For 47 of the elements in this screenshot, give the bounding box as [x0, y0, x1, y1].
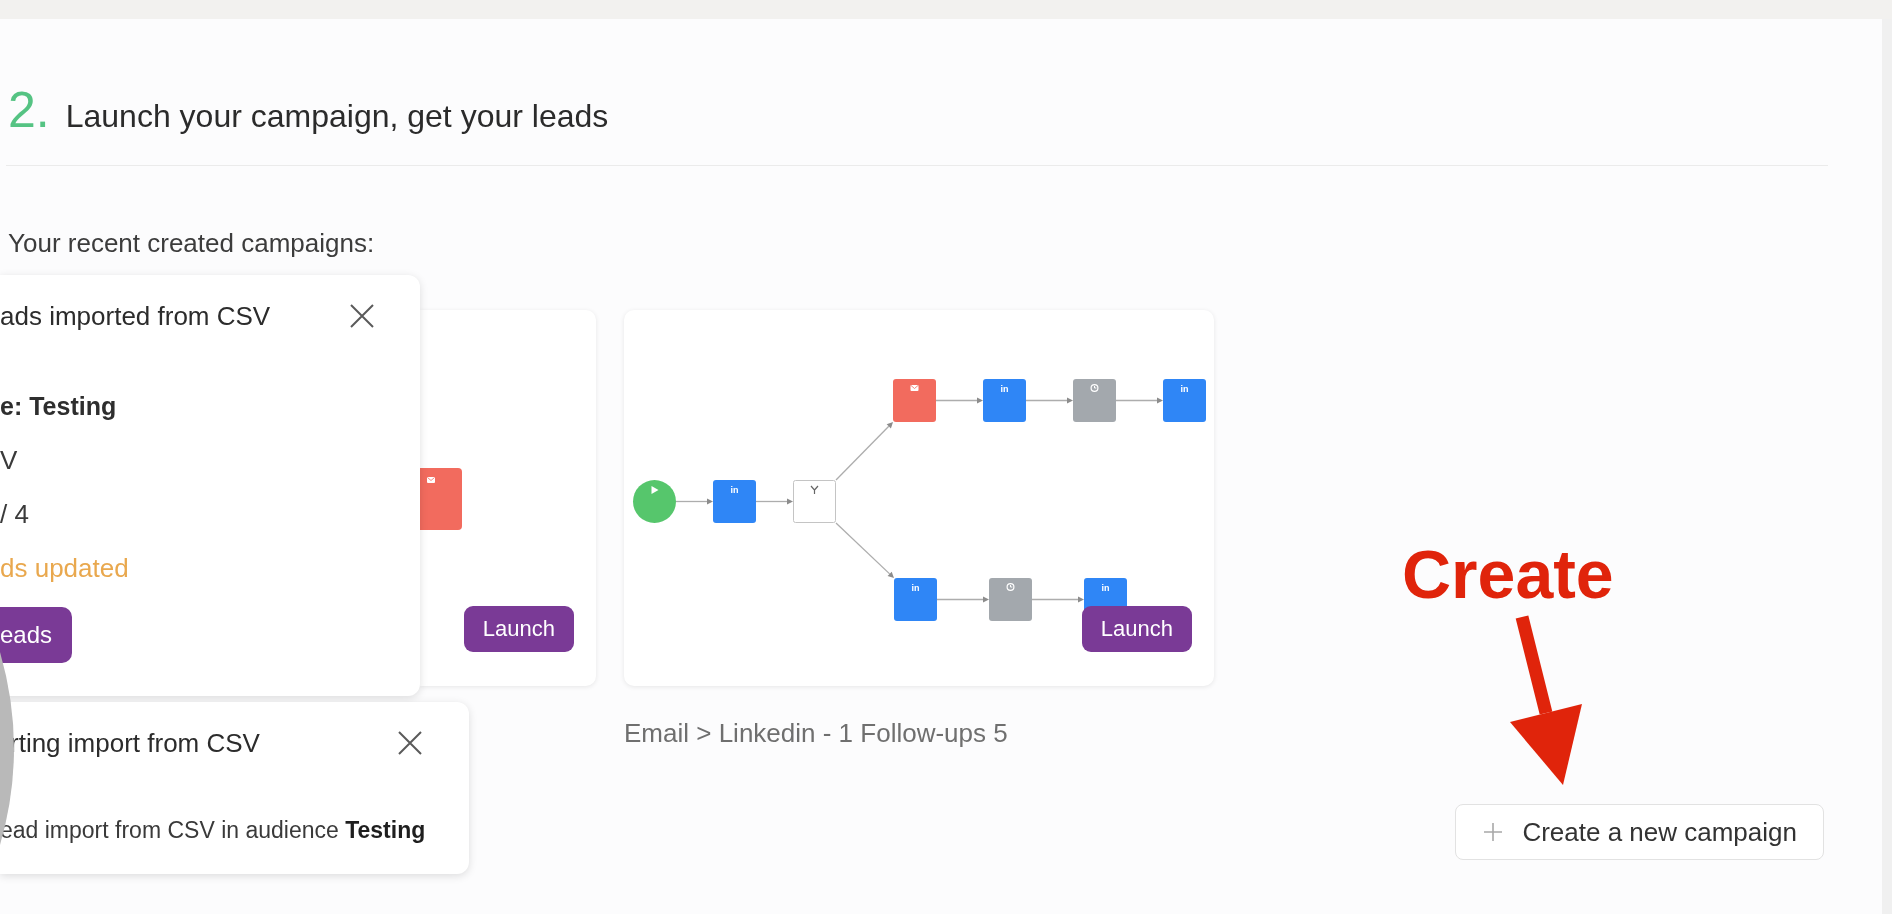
toast-action-button[interactable]: eads: [0, 607, 73, 663]
branch-icon: [810, 485, 819, 495]
section-title: Launch your campaign, get your leads: [65, 97, 609, 135]
toast-text: / 4: [0, 498, 29, 530]
envelope-icon: [910, 385, 919, 391]
step-node: [894, 578, 937, 621]
connector-arrow: [675, 498, 713, 505]
connector-arrow: [1031, 596, 1084, 603]
step-node: [989, 578, 1032, 621]
node-glyph: in: [1101, 583, 1110, 593]
toast-text: V: [0, 444, 18, 476]
step-node: [1163, 379, 1206, 422]
step-node: [983, 379, 1026, 422]
launch-button[interactable]: Launch: [1081, 606, 1192, 652]
condition-node: [793, 480, 836, 523]
close-icon[interactable]: [350, 304, 374, 328]
connector-arrow: [835, 422, 893, 481]
start-node: [633, 480, 676, 523]
step-node: [420, 468, 462, 530]
connector-arrow: [1025, 397, 1073, 404]
node-glyph: in: [1180, 384, 1189, 394]
annotation-label: Create: [1402, 540, 1614, 608]
step-node: [893, 379, 936, 422]
node-glyph: in: [730, 485, 739, 495]
node-glyph: in: [1000, 384, 1009, 394]
play-icon: [651, 486, 659, 494]
launch-button[interactable]: Launch: [463, 606, 574, 652]
toast-title: ads imported from CSV: [0, 300, 271, 332]
section-subtitle: Your recent created campaigns:: [8, 228, 375, 258]
step-node: [1073, 379, 1116, 422]
create-campaign-button[interactable]: Create a new campaign: [1455, 804, 1824, 860]
connector-arrow: [1115, 397, 1163, 404]
clock-icon: [1006, 583, 1015, 591]
clock-icon: [1090, 384, 1099, 392]
connector-arrow: [835, 522, 894, 578]
step-number: 2.: [8, 85, 50, 135]
connector-arrow: [936, 596, 989, 603]
plus-icon: [1484, 823, 1503, 841]
campaign-name: Email > Linkedin - 1 Follow-ups 5: [624, 718, 1008, 748]
step-node: [713, 480, 756, 523]
connector-arrow: [935, 397, 983, 404]
node-glyph: in: [911, 583, 920, 593]
close-icon[interactable]: [398, 731, 422, 755]
envelope-icon: [427, 477, 435, 483]
connector-arrow: [755, 498, 793, 505]
toast-text: ds updated: [0, 552, 129, 584]
toast-text: e: Testing: [0, 391, 117, 422]
